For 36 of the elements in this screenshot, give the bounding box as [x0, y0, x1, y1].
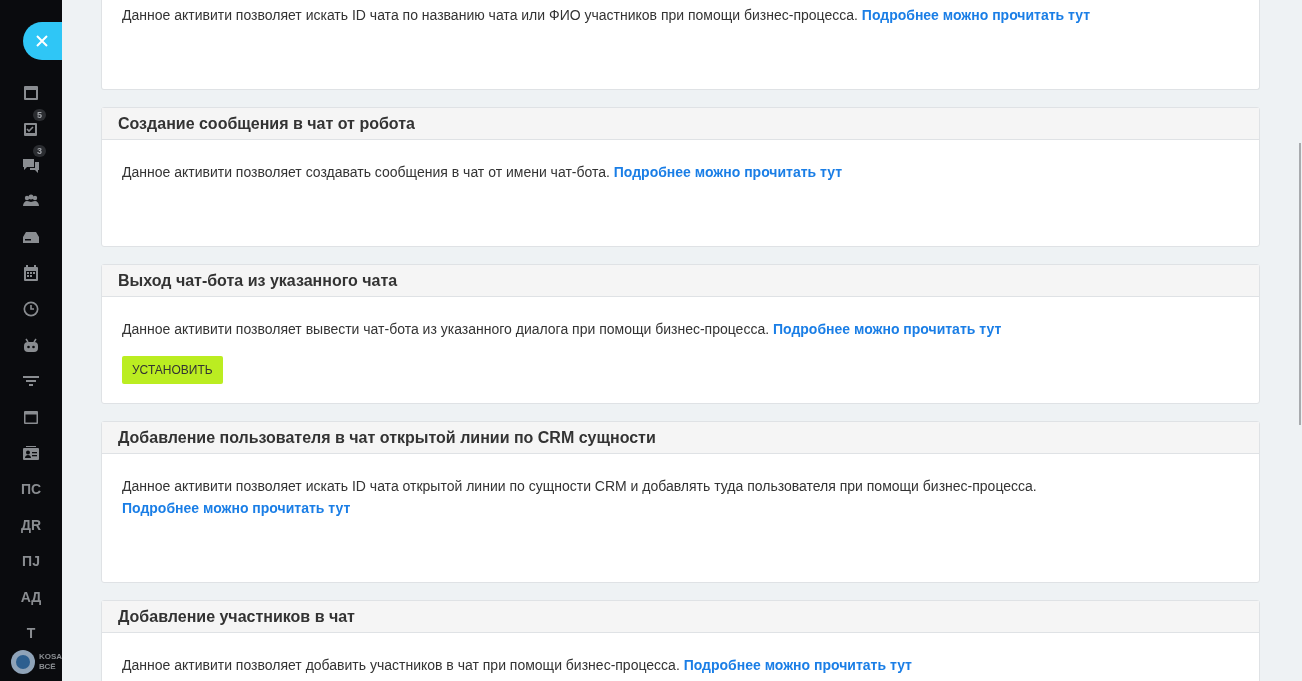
card-title: Выход чат-бота из указанного чата: [118, 271, 398, 290]
logo-text: KOSA: [39, 652, 62, 662]
card-description: Данное активити позволяет искать ID чата открытой линии по сущности CRM и добавлять туда пользователя при помощи бизнес-процесса. Подробнее можно прочитать тут: [122, 477, 1038, 518]
read-more-link[interactable]: Подробнее можно прочитать тут: [683, 657, 912, 673]
card-title: Добавление пользователя в чат открытой линии по CRM сущности: [118, 428, 656, 447]
menu-abbreviation[interactable]: АД: [20, 589, 42, 605]
scrollbar-thumb[interactable]: [1299, 143, 1301, 425]
card-description: Данное активити позволяет искать ID чата по названию чата или ФИО участников при помощи бизнес-процесса. Подробнее можно прочитать тут: [122, 6, 1092, 25]
calendar-icon[interactable]: [22, 264, 40, 282]
counter-badge: 5: [33, 109, 46, 121]
read-more-link[interactable]: Подробнее можно прочитать тут: [861, 7, 1091, 23]
window-icon[interactable]: [22, 408, 40, 426]
install-button[interactable]: УСТАНОВИТЬ: [122, 356, 223, 384]
menu-abbreviation[interactable]: ПС: [20, 481, 42, 497]
logo-icon: [10, 649, 36, 675]
chat-icon[interactable]: [22, 156, 40, 174]
card-title: Добавление участников в чат: [118, 607, 355, 626]
menu-abbreviation[interactable]: Т: [26, 625, 36, 641]
close-button[interactable]: [23, 22, 62, 60]
feed-icon[interactable]: [22, 84, 40, 102]
close-icon: [35, 34, 49, 48]
menu-abbreviation[interactable]: ПJ: [22, 553, 40, 569]
contact-icon[interactable]: [22, 444, 40, 462]
robot-icon[interactable]: [22, 336, 40, 354]
card-title: Создание сообщения в чат от робота: [118, 114, 415, 133]
card-description: Данное активити позволяет создавать сообщения в чат от имени чат-бота. Подробнее можно прочитать тут: [122, 163, 844, 182]
clock-icon[interactable]: [22, 300, 40, 318]
menu-abbreviation[interactable]: ДR: [20, 517, 42, 533]
read-more-link[interactable]: Подробнее можно прочитать тут: [613, 164, 843, 180]
logo-text: ВСЁ: [39, 662, 57, 672]
card-description: Данное активити позволяет вывести чат-бота из указанного диалога при помощи бизнес-процесса. Подробнее можно прочитать тут: [122, 320, 1003, 339]
tasks-icon[interactable]: [22, 120, 40, 138]
counter-badge: 3: [33, 145, 46, 157]
card-description: Данное активити позволяет добавить участников в чат при помощи бизнес-процесса. Подробнее можно прочитать тут: [122, 656, 913, 675]
read-more-link[interactable]: Подробнее можно прочитать тут: [122, 500, 351, 516]
read-more-link[interactable]: Подробнее можно прочитать тут: [772, 321, 1002, 337]
